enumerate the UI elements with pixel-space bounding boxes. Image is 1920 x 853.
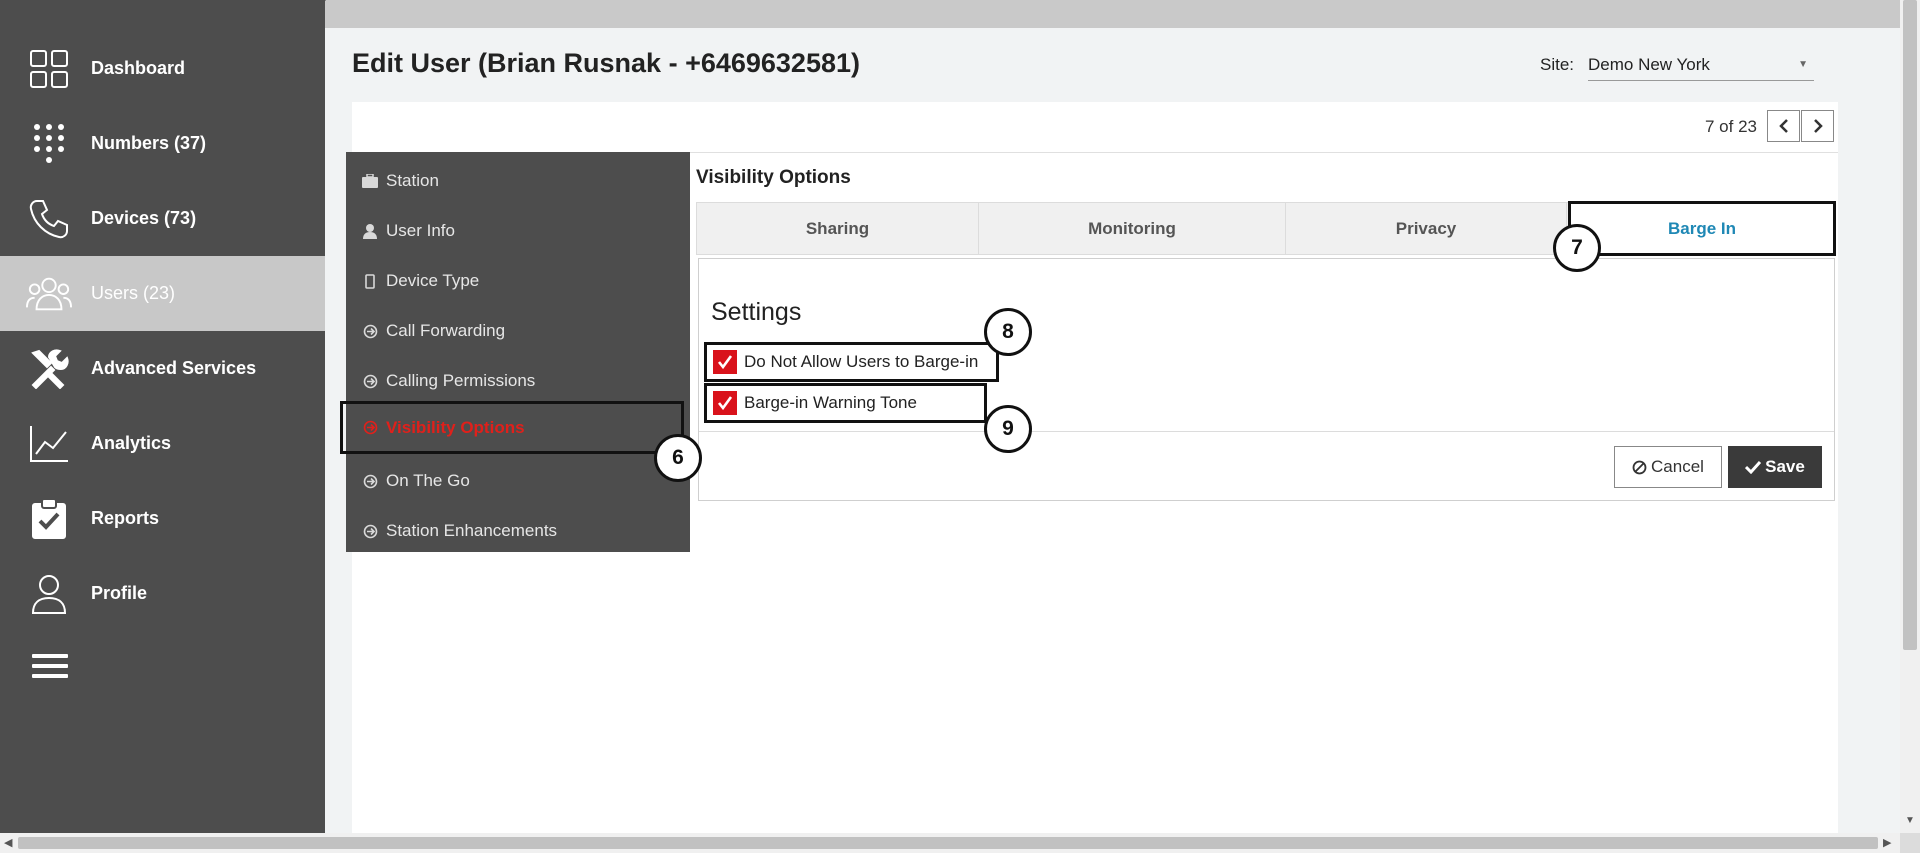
scrollbar-corner (1900, 833, 1920, 853)
nav-item-profile[interactable]: Profile (0, 556, 325, 631)
ban-icon (1632, 460, 1647, 474)
top-bar (300, 0, 1900, 28)
site-label: Site: (1540, 55, 1575, 74)
checkbox-checked[interactable] (713, 350, 737, 374)
scroll-left-icon[interactable]: ◀ (4, 836, 12, 849)
circle-arrow-icon (362, 373, 378, 389)
submenu-item-call-forwarding[interactable]: Call Forwarding (346, 306, 690, 356)
chevron-left-icon (1778, 119, 1788, 133)
tools-icon (26, 346, 72, 392)
nav-item-dashboard[interactable]: Dashboard (0, 31, 325, 106)
submenu-item-user-info[interactable]: User Info (346, 206, 690, 256)
submenu-item-device-type[interactable]: Device Type (346, 256, 690, 306)
circle-arrow-icon (362, 473, 378, 489)
submenu-label: Visibility Options (386, 417, 525, 437)
vertical-scrollbar[interactable]: ▼ (1900, 0, 1920, 833)
submenu-label: On The Go (386, 471, 470, 490)
left-nav: Dashboard Numbers (37) Devices (73) User… (0, 0, 325, 833)
nav-item-reports[interactable]: Reports (0, 481, 325, 556)
site-select-value: Demo New York (1588, 55, 1710, 74)
submenu-item-visibility-options[interactable]: Visibility Options (340, 401, 684, 454)
chevron-right-icon (1813, 119, 1823, 133)
scroll-right-icon[interactable]: ▶ (1883, 836, 1891, 849)
submenu-label: User Info (386, 221, 455, 240)
horizontal-scrollbar[interactable]: ◀ ▶ (0, 833, 1900, 853)
settings-title: Settings (711, 298, 802, 326)
submenu-label: Call Forwarding (386, 321, 506, 340)
tab-barge-in[interactable]: Barge In (1568, 201, 1836, 256)
nav-item-analytics[interactable]: Analytics (0, 406, 325, 481)
nav-item-advanced-services[interactable]: Advanced Services (0, 331, 325, 406)
checkmark-icon (1745, 460, 1762, 474)
checkbox-label: Do Not Allow Users to Barge-in (744, 352, 979, 371)
scrollbar-thumb[interactable] (1903, 0, 1917, 650)
checkbox-label: Barge-in Warning Tone (744, 393, 917, 412)
step-callout-9: 9 (984, 405, 1032, 453)
tab-privacy[interactable]: Privacy (1286, 203, 1567, 254)
tab-bar: Sharing Monitoring Privacy Barge In (696, 201, 1836, 256)
save-button[interactable]: Save (1728, 446, 1822, 488)
submenu-label: Station Enhancements (386, 521, 558, 540)
submenu-item-station-enhancements[interactable]: Station Enhancements (346, 506, 690, 556)
pager-next-button[interactable] (1801, 110, 1834, 142)
step-callout-8: 8 (984, 308, 1032, 356)
nav-label: Dashboard (91, 58, 186, 78)
pager-text: 7 of 23 (1705, 117, 1757, 136)
circle-arrow-icon (362, 323, 378, 339)
submenu-item-station[interactable]: Station (346, 156, 690, 206)
step-callout-7: 7 (1553, 224, 1601, 272)
nav-label: Profile (91, 583, 148, 603)
checkbox-no-barge-in[interactable]: Do Not Allow Users to Barge-in (704, 342, 999, 382)
nav-label: Numbers (37) (91, 133, 207, 153)
scrollbar-thumb[interactable] (18, 837, 1878, 849)
nav-label: Reports (91, 508, 160, 528)
scroll-down-icon[interactable]: ▼ (1905, 815, 1915, 826)
clipboard-check-icon (26, 496, 72, 542)
submenu-label: Calling Permissions (386, 371, 536, 390)
dashboard-grid-icon (26, 46, 72, 92)
nav-label: Devices (73) (91, 208, 197, 228)
briefcase-icon (362, 173, 378, 189)
section-title: Visibility Options (696, 167, 851, 188)
circle-arrow-icon (362, 420, 378, 436)
submenu-label: Device Type (386, 271, 480, 290)
nav-item-numbers[interactable]: Numbers (37) (0, 106, 325, 181)
submenu-label: Station (386, 171, 439, 190)
divider (699, 431, 1834, 432)
cancel-button[interactable]: Cancel (1614, 446, 1722, 488)
phone-icon (26, 196, 72, 242)
tab-monitoring[interactable]: Monitoring (979, 203, 1286, 254)
profile-icon (26, 571, 72, 617)
page-title: Edit User (Brian Rusnak - +6469632581) (352, 48, 860, 78)
cancel-button-label: Cancel (1651, 457, 1704, 476)
circle-arrow-icon (362, 523, 378, 539)
checkmark-icon (717, 355, 733, 370)
user-settings-menu: Station User Info Device Type Call Forwa… (340, 152, 690, 552)
analytics-chart-icon (26, 421, 72, 467)
checkbox-barge-in-warning-tone[interactable]: Barge-in Warning Tone (704, 383, 987, 423)
nav-label: Users (23) (91, 283, 176, 303)
checkbox-checked[interactable] (713, 391, 737, 415)
submenu-item-calling-permissions[interactable]: Calling Permissions (346, 356, 690, 406)
step-callout-6: 6 (654, 434, 702, 482)
caret-down-icon: ▼ (1798, 59, 1808, 70)
save-button-label: Save (1765, 457, 1805, 476)
nav-item-devices[interactable]: Devices (73) (0, 181, 325, 256)
tab-sharing[interactable]: Sharing (697, 203, 979, 254)
user-icon (362, 223, 378, 239)
hamburger-menu-icon[interactable] (32, 648, 68, 684)
submenu-item-on-the-go[interactable]: On The Go (346, 456, 690, 506)
nav-item-users[interactable]: Users (23) (0, 256, 325, 331)
pager-prev-button[interactable] (1767, 110, 1800, 142)
dialpad-icon (26, 121, 72, 167)
site-select[interactable]: Demo New York ▼ (1588, 52, 1814, 81)
nav-label: Advanced Services (91, 358, 257, 378)
mobile-icon (362, 273, 378, 289)
checkmark-icon (717, 396, 733, 411)
nav-label: Analytics (91, 433, 172, 453)
users-icon (26, 271, 72, 317)
